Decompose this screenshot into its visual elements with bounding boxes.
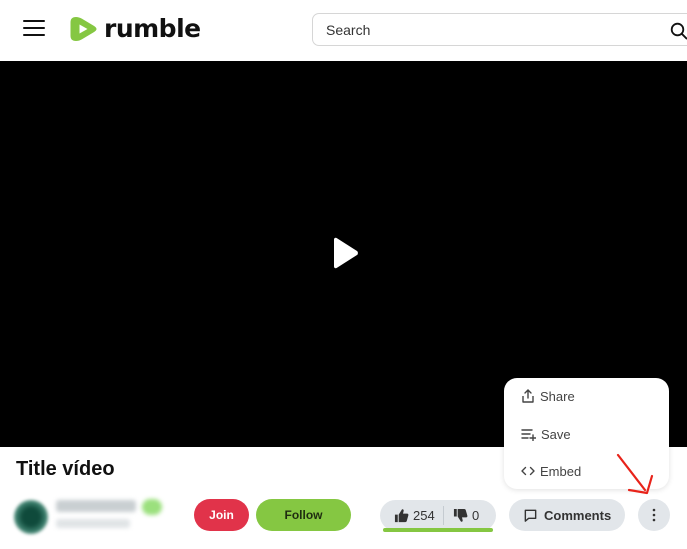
more-options-menu: Share Save Embed — [504, 378, 669, 489]
channel-name-blurred[interactable] — [56, 500, 136, 512]
vertical-dots-icon — [652, 508, 656, 522]
follower-count-blurred — [56, 519, 130, 528]
video-title: Title vídeo — [16, 458, 115, 480]
share-icon — [522, 389, 534, 403]
menu-item-label: Embed — [540, 463, 582, 479]
menu-item-embed[interactable]: Embed — [504, 455, 669, 487]
vote-pill: 254 0 — [380, 500, 496, 531]
hamburger-line — [23, 34, 45, 36]
menu-item-label: Share — [540, 388, 575, 404]
join-button[interactable]: Join — [194, 499, 249, 531]
playlist-add-icon — [521, 429, 536, 441]
comments-button[interactable]: Comments — [509, 499, 625, 531]
brand-name: rumble — [104, 14, 201, 43]
like-ratio-bar — [383, 528, 493, 532]
rumble-logo[interactable]: rumble — [69, 13, 201, 45]
play-icon[interactable] — [331, 237, 359, 269]
search-input[interactable] — [326, 21, 656, 39]
thumbs-up-icon — [394, 509, 409, 523]
follow-button[interactable]: Follow — [256, 499, 351, 531]
comment-icon — [524, 509, 537, 522]
dislike-button[interactable]: 0 — [444, 500, 496, 531]
menu-item-label: Save — [541, 426, 571, 442]
menu-item-save[interactable]: Save — [504, 418, 669, 450]
menu-item-share[interactable]: Share — [504, 380, 669, 412]
like-count: 254 — [413, 508, 435, 523]
code-icon — [521, 466, 535, 476]
comments-label: Comments — [544, 507, 612, 523]
channel-avatar[interactable] — [14, 500, 48, 534]
rumble-play-logo-icon — [70, 17, 97, 41]
search-box — [312, 13, 687, 46]
top-header: rumble — [0, 0, 687, 61]
verified-badge-blurred — [142, 499, 162, 515]
hamburger-line — [23, 27, 45, 29]
hamburger-menu-icon[interactable] — [23, 19, 45, 37]
like-button[interactable]: 254 — [380, 500, 444, 531]
more-options-button[interactable] — [638, 499, 670, 531]
thumbs-down-icon — [453, 508, 468, 522]
search-icon[interactable] — [670, 22, 687, 40]
dislike-count: 0 — [472, 508, 480, 523]
hamburger-line — [23, 20, 45, 22]
